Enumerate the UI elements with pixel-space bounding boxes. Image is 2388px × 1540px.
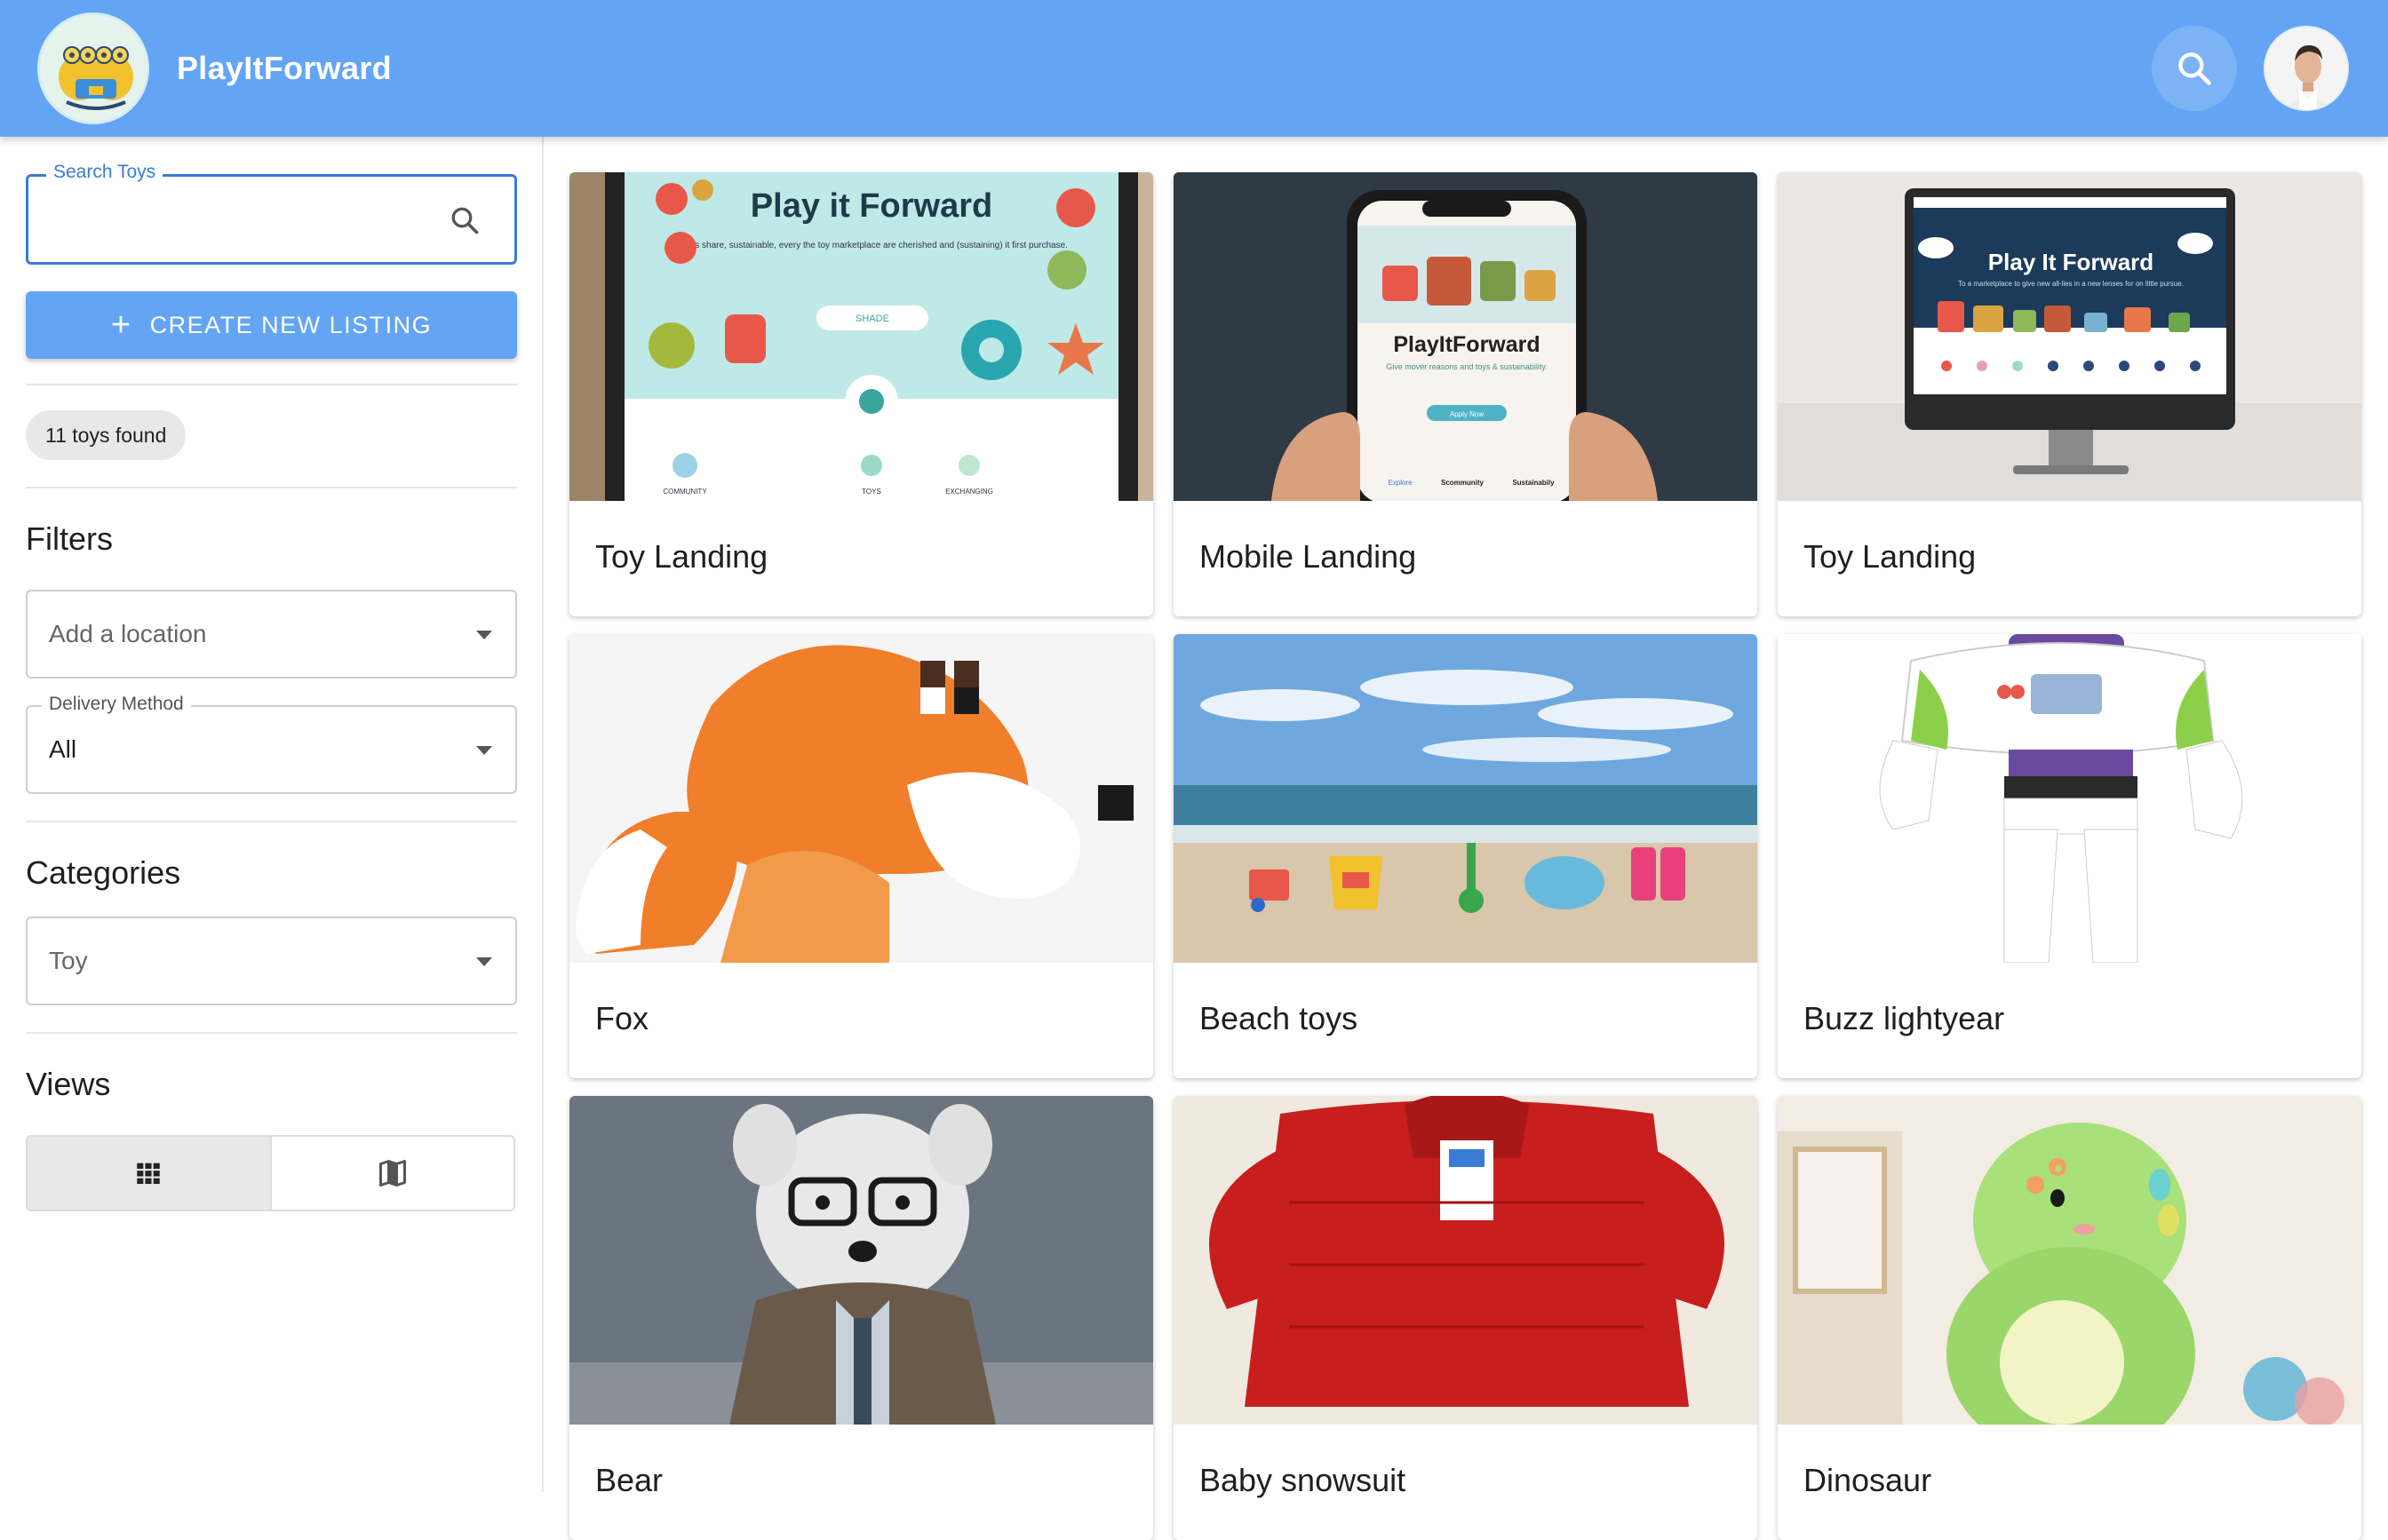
search-field-label: Search Toys [46,162,163,183]
divider [26,1032,517,1034]
search-icon [2178,52,2211,85]
listing-title: Bear [595,1462,664,1498]
user-avatar[interactable] [2264,26,2349,111]
listing-image [1174,634,1757,963]
listing-image [569,634,1153,963]
header-search-button[interactable] [2152,26,2237,111]
image-subtext: Give mover reasons and toys & sustainabi… [1386,362,1547,371]
listing-card[interactable]: Beach toys [1174,634,1757,1078]
listing-card[interactable]: Baby snowsuit [1174,1096,1757,1540]
image-headline: PlayItForward [1393,332,1540,357]
results-count-chip: 11 toys found [26,410,187,460]
plus-icon: + [110,306,132,344]
chevron-down-icon [476,957,492,966]
grid-view-icon [137,1163,160,1185]
divider [26,384,517,385]
frogs-logo-icon [43,18,147,122]
chevron-down-icon [476,631,492,639]
divider [26,821,517,822]
image-headline: Play It Forward [1988,249,2153,275]
listing-image: Play it Forward A toys share, sustainabl… [569,172,1153,501]
app-logo[interactable] [37,12,149,124]
image-subtext: A toys share, sustainable, every the toy… [675,241,1068,250]
listing-title: Baby snowsuit [1199,1462,1406,1498]
grid-view-button[interactable] [28,1137,272,1210]
image-nav-1: Explore [1388,479,1413,487]
avatar-portrait-icon [2265,28,2347,109]
listing-title: Mobile Landing [1199,538,1417,575]
views-heading: Views [26,1066,111,1102]
filters-heading: Filters [26,520,113,557]
image-headline: Play it Forward [751,187,992,225]
categories-heading: Categories [26,854,181,891]
listing-image: PlayItForward Give mover reasons and toy… [1174,172,1757,501]
app-title: PlayItForward [177,50,392,86]
location-select[interactable]: Add a location [26,590,517,679]
listing-card[interactable]: Play it Forward A toys share, sustainabl… [569,172,1153,616]
listing-card[interactable]: Bear [569,1096,1153,1540]
listing-title: Fox [595,1000,649,1036]
listing-image [569,1096,1153,1425]
create-listing-label: CREATE NEW LISTING [149,311,433,338]
category-select[interactable]: Toy [26,917,517,1005]
chevron-down-icon [476,746,492,755]
listing-card[interactable]: Fox [569,634,1153,1078]
location-placeholder: Add a location [49,620,207,647]
search-field[interactable]: Search Toys [26,162,517,265]
create-listing-button[interactable]: + CREATE NEW LISTING [26,291,517,359]
category-value: Toy [49,947,88,974]
listing-title: Buzz lightyear [1803,1000,2005,1036]
map-view-button[interactable] [272,1137,514,1210]
image-button: SHADE [856,314,889,324]
image-button: Apply Now [1450,410,1484,418]
sidebar: Search Toys + CREATE NEW LISTING 11 toys… [0,137,544,1492]
image-nav-2: TOYS [862,488,881,496]
listing-card[interactable]: Play It Forward To a marketplace to give… [1778,172,2361,616]
listing-image [1778,634,2361,963]
listing-title: Toy Landing [1803,538,1977,575]
listing-image [1778,1096,2361,1425]
image-nav-3: EXCHANGING [945,488,993,496]
map-view-icon [378,1160,406,1187]
listing-title: Beach toys [1199,1000,1358,1036]
view-toggle-group [26,1135,515,1211]
image-nav-2: Scommunity [1441,479,1485,487]
delivery-method-value: All [49,735,77,763]
listing-title: Toy Landing [595,538,768,575]
listing-title: Dinosaur [1803,1462,1932,1498]
divider [26,487,517,488]
listing-card[interactable]: Dinosaur [1778,1096,2361,1540]
search-input[interactable] [46,198,419,241]
image-nav-1: COMMUNITY [663,488,707,496]
listing-image [1174,1096,1757,1425]
app-bar: PlayItForward [0,0,2388,137]
delivery-method-label: Delivery Method [42,694,191,715]
search-icon[interactable] [449,204,481,241]
image-nav-3: Sustainabily [1512,479,1555,487]
listing-card[interactable]: PlayItForward Give mover reasons and toy… [1174,172,1757,616]
image-subtext: To a marketplace to give new all-lies in… [1958,280,2184,288]
listing-card[interactable]: Buzz lightyear [1778,634,2361,1078]
delivery-method-select[interactable]: Delivery Method All [26,694,517,794]
listing-image: Play It Forward To a marketplace to give… [1778,172,2361,501]
